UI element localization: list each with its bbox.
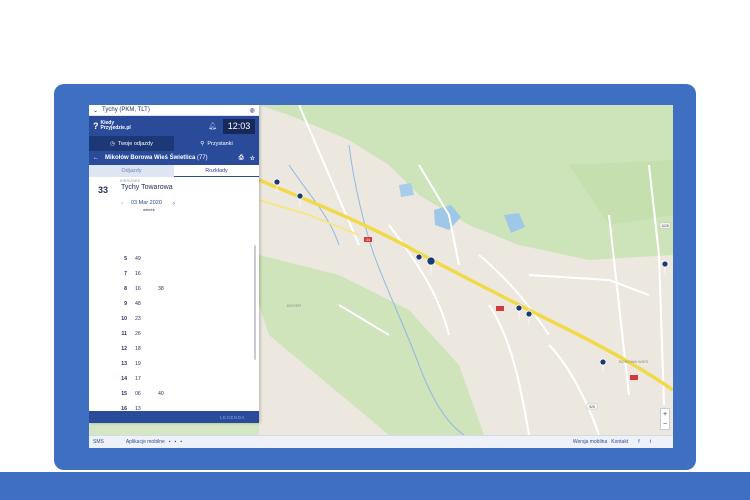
stop-title: Mikołów Borowa Wieś Świetlica (77) [105,155,208,161]
clock-icon: ◷ [110,140,115,147]
main-tabs: ◷ Twoje odjazdy ⚲ Przystanki [89,136,259,151]
table-row: 10 23 [121,315,141,322]
table-row: 7 16 [124,270,141,277]
tab-label: Twoje odjazdy [117,140,153,147]
tab-stops[interactable]: ⚲ Przystanki [174,136,259,151]
table-row: 8 16 38 [124,285,164,292]
twitter-icon[interactable]: t [650,439,651,445]
road-44-badge: 44 [366,238,370,242]
mobile-version-link[interactable]: Wersja mobilna [573,439,607,445]
scrollbar[interactable] [254,245,256,360]
back-arrow-icon[interactable]: ← [93,155,99,161]
android-icon[interactable]: ▪ [169,439,171,445]
windows-icon[interactable]: ▪ [180,439,182,445]
facebook-icon[interactable]: f [638,439,639,445]
apple-icon[interactable]: ▪ [175,439,177,445]
clock: 12:03 [223,118,255,134]
road-925-label: 925 [589,405,595,409]
legend-bar[interactable]: LEGENDA [89,411,259,423]
road-1025-label: 1025 [661,224,669,228]
city-selector[interactable]: ⌄ Tychy (PKM, TLT) ◍ [89,105,259,116]
contact-link[interactable]: Kontakt [611,439,628,445]
date-picker: ‹ 03 Mar 2020 wtorek › [89,199,259,221]
timetable-list[interactable]: 5 49 7 16 8 16 38 9 48 10 23 11 26 12 18 13 19 14… [89,251,259,412]
direction-destination[interactable]: Tychy Towarowa [121,184,173,191]
zoom-out-button[interactable]: − [663,421,667,428]
tab-your-departures[interactable]: ◷ Twoje odjazdy [89,136,174,151]
chevron-down-icon[interactable]: ⌄ [93,107,98,114]
weekday: wtorek [143,207,155,212]
laptop-base [0,472,750,500]
globe-icon[interactable]: ◍ [250,107,255,114]
next-date-button[interactable]: › [173,201,175,207]
stop-header: ← Mikołów Borowa Wieś Świetlica (77) ⎙ ☆ [89,151,259,165]
table-row: 11 26 [121,330,141,337]
sms-link[interactable]: SMS [93,439,104,445]
timetable-panel: ⌄ Tychy (PKM, TLT) ◍ ? Kiedy Przyjedzie.… [89,105,259,423]
stops-icon: ⚲ [200,140,205,147]
tab-departures[interactable]: Odjazdy [89,165,174,177]
mobile-apps-link[interactable]: Aplikacje mobilne [126,439,165,445]
zoom-control: + − [660,408,670,430]
print-icon[interactable]: ⎙ [239,155,244,162]
subtabs: Odjazdy Rozkłady [89,165,259,177]
table-row: 5 49 [124,255,141,262]
prev-date-button[interactable]: ‹ [121,201,123,207]
zoom-in-button[interactable]: + [663,411,667,418]
table-row: 9 48 [124,300,141,307]
bell-icon[interactable]: 🔔︎ [208,122,217,130]
brand-header: ? Kiedy Przyjedzie.pl 🔔︎ 12:03 [89,116,259,136]
table-row: 12 18 [121,345,141,352]
line-number: 33 [98,185,109,195]
place-label-boyer: BOYER [287,303,301,308]
table-row: 15 06 40 [121,390,164,397]
app-screen: 44 1025 925 BOYER BOROWA WIEŚ ⌄ Tychy (P… [89,105,673,448]
brand-logo[interactable]: ? Kiedy Przyjedzie.pl [93,121,131,131]
star-icon[interactable]: ☆ [250,155,255,162]
brand-line2: Przyjedzie.pl [100,125,131,131]
table-row: 13 19 [121,360,141,367]
place-label-borowa-wies: BOROWA WIEŚ [619,359,649,364]
date-value[interactable]: 03 Mar 2020 [131,200,162,206]
direction-caption: KIERUNEK [120,179,141,183]
tab-schedules[interactable]: Rozkłady [174,165,259,177]
tab-label: Przystanki [207,140,233,147]
table-row: 14 17 [121,375,141,382]
city-selector-label: Tychy (PKM, TLT) [102,107,150,113]
table-row: 16 13 [121,405,141,412]
logo-icon: ? [93,120,99,131]
direction-header: 33 KIERUNEK Tychy Towarowa [89,177,259,199]
footer-bar: SMS Aplikacje mobilne ▪ ▪ ▪ Wersja mobil… [89,435,673,448]
